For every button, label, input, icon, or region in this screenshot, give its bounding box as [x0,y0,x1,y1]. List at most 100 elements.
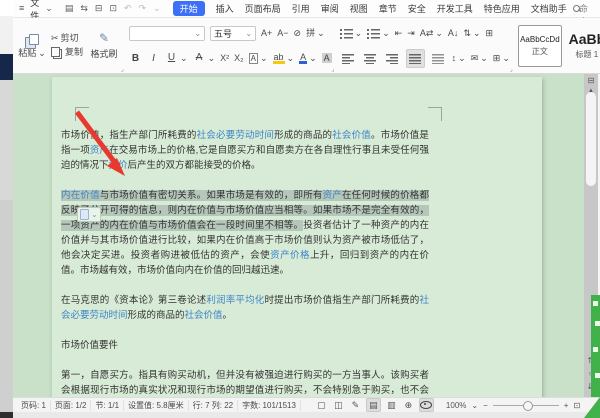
zoom-level[interactable]: 100% [446,401,466,410]
superscript-button[interactable]: X² [220,54,229,63]
menu-tab[interactable]: 章节 [379,2,397,15]
envelope-button[interactable]: ✉⌄ [471,54,488,63]
paragraph[interactable]: 内在价值与市场价值有密切关系。如果市场是有效的，即所有资产在任何时候的价格都反映… [61,188,429,278]
group-expander[interactable]: ⌟ [510,66,513,73]
paragraph[interactable]: 市场价值要件 [61,338,429,353]
split-handle-icon[interactable]: ⊟ [588,77,595,85]
menu-tab[interactable]: 审阅 [321,2,339,15]
web-view-icon[interactable]: ⊕ [402,399,415,411]
hyperlink[interactable]: 利润率平均化 [206,295,264,306]
line-spacing-button[interactable]: ↕⌄ [452,54,466,63]
justify-button[interactable] [406,49,425,68]
group-expander[interactable]: ⌟ [121,66,124,73]
menu-tab[interactable]: 特色应用 [484,2,520,15]
menu-tab[interactable]: 开始 [173,1,205,16]
paragraph[interactable]: 在马克思的《资本论》第三卷论述利润率平均化时提出市场价值指生产部门所耗费的社会必… [61,293,429,323]
font-name-select[interactable]: ⌄ [129,26,205,41]
fit-page-button[interactable]: ⊡ [573,401,580,410]
group-expander[interactable]: ⌟ [331,66,334,73]
zoom-slider-knob[interactable] [523,401,533,411]
zoom-in-button[interactable]: + [564,401,569,410]
print-preview-icon[interactable]: ⊡ [109,3,117,14]
fullscreen-view-icon[interactable]: ▢ [315,399,328,411]
font-color-button[interactable]: A⌄ [299,53,317,64]
paste-label: 粘贴 [18,49,36,58]
save-icon[interactable]: ▤ [65,3,74,14]
distribute-button[interactable] [430,50,447,67]
hyperlink[interactable]: 资产价格 [270,250,310,261]
background-fragment [0,0,13,16]
italic-button[interactable]: I [147,53,160,64]
menu-tab[interactable]: 开发工具 [437,2,473,15]
paragraph[interactable]: 第一，自愿买方。指具有购买动机，但并没有被强迫进行购买的一方当事人。该购买者会根… [61,368,429,397]
hyperlink[interactable]: 社会价值 [185,310,223,321]
hyperlink[interactable]: 竞价 [109,160,128,171]
text-run: 时提出市场价值指生产部门所耗费的 [264,295,419,306]
numbered-list-button[interactable]: ⌄ [367,28,390,39]
hyperlink[interactable]: 社会必要劳动时间 [197,130,275,141]
eye-protection-mode-icon[interactable] [419,398,434,412]
hyperlink[interactable]: 资产 [323,190,342,201]
align-center-button[interactable] [362,50,379,67]
character-border-button[interactable]: A⌄ [249,53,268,64]
font-size-select[interactable]: 五号⌄ [210,26,256,41]
output-icon[interactable]: ⇆ [80,3,88,14]
file-menu-chevron-icon[interactable]: ⌄ [45,4,53,13]
zoom-slider[interactable] [493,405,559,406]
strikethrough-button[interactable]: A⌄ [193,53,216,63]
print-icon[interactable]: ⊟ [95,3,103,14]
menu-tab[interactable]: 引用 [292,2,310,15]
paste-button[interactable]: 粘贴⌄ [17,31,47,60]
ink-annotation-icon[interactable]: ✎ [349,399,362,411]
paragraph-spacing-button[interactable]: ⇅⌄ [463,29,480,38]
hyperlink[interactable]: 内在价值 [61,190,100,201]
insert-table-button[interactable]: ⊞ [486,29,494,38]
underline-button[interactable]: U⌄ [165,53,188,63]
decrease-font-button[interactable]: A− [277,29,288,38]
borders-button[interactable]: ⊞⌄ [493,54,510,63]
align-right-button[interactable] [384,50,401,67]
outline-view-icon[interactable]: ▥ [385,399,398,411]
clear-format-button[interactable]: ⊘ [294,29,302,38]
align-left-button[interactable] [340,50,357,67]
hamburger-menu-icon[interactable]: ≡ [19,4,24,13]
increase-indent-button[interactable]: ⇥ [407,29,415,38]
floating-widget-corner[interactable] [584,397,600,418]
bold-button[interactable]: B [129,53,142,64]
bullet-list-button[interactable]: ⌄ [340,28,363,39]
increase-font-button[interactable]: A+ [261,29,272,38]
subscript-button[interactable]: X₂ [234,54,244,63]
scrollbar-thumb[interactable] [586,92,596,186]
menu-tab[interactable]: 文档助手 [531,2,567,15]
undo-icon[interactable]: ↶ [124,3,132,14]
zoom-out-button[interactable]: − [483,401,488,410]
floating-widget[interactable] [591,295,600,397]
menu-tab[interactable]: 安全 [408,2,426,15]
copy-button[interactable]: 复制 [51,47,83,57]
hyperlink[interactable]: 社会价值 [332,130,371,141]
hyperlink[interactable]: 资产 [90,145,109,156]
background-fragment [0,80,13,200]
phonetic-guide-button[interactable]: 拼⌄ [306,29,325,38]
redo-icon[interactable]: ↷ [139,3,147,14]
sort-button[interactable]: A↓ [448,29,459,38]
decrease-indent-button[interactable]: ⇤ [395,29,403,38]
highlight-color-button[interactable]: ab⌄ [273,53,295,64]
menu-tab[interactable]: 视图 [350,2,368,15]
page-view-icon[interactable]: ▤ [366,398,381,412]
chevron-down-icon: ⌄ [309,54,317,63]
format-painter-button[interactable]: ✎ 格式刷 [87,31,121,60]
paste-options-button[interactable]: ⌄ [77,207,101,222]
style-card[interactable]: AaBbCcDd正文 [518,25,562,67]
two-page-view-icon[interactable]: ◫ [332,399,345,411]
cut-button[interactable]: ✂剪切 [51,34,83,43]
paragraph[interactable]: 市场价值，指生产部门所耗费的社会必要劳动时间形成的商品的社会价值。市场价值是指一… [61,128,429,173]
style-card[interactable]: AaBb标题 1 [565,25,600,67]
menu-tab[interactable]: 插入 [216,2,234,15]
customize-quickbar-chevron-icon[interactable]: ⌄ [153,3,161,14]
text-direction-button[interactable]: A⇄⌄ [420,29,443,38]
background-window-sliver [0,0,13,418]
zoom-chevron-icon[interactable]: ⌄ [471,401,478,410]
menu-tab[interactable]: 页面布局 [245,2,281,15]
character-shading-button[interactable]: A [322,53,332,63]
